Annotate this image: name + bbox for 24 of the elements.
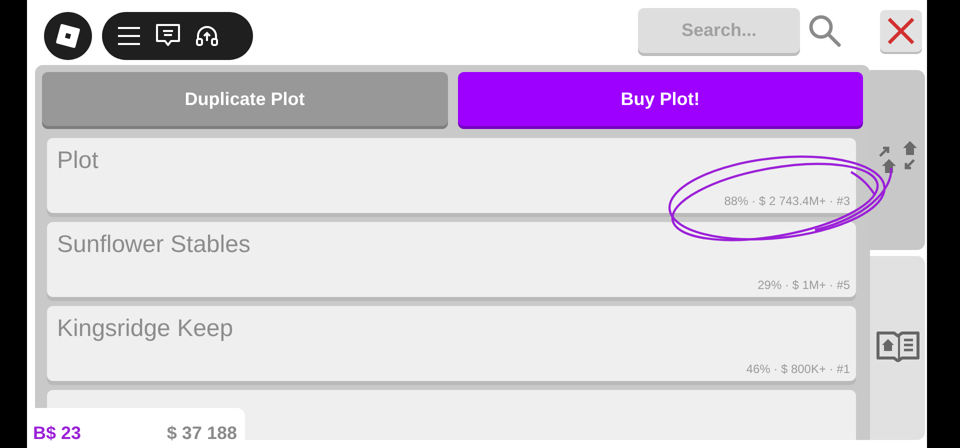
- chat-icon[interactable]: [155, 23, 181, 49]
- plot-stats: 88% · $ 2 743.4M+ · #3: [724, 194, 850, 208]
- book-house-icon: [876, 330, 920, 362]
- plot-stats: 46% · $ 800K+ · #1: [746, 362, 850, 376]
- close-button[interactable]: [880, 10, 922, 52]
- search-icon[interactable]: [808, 14, 842, 48]
- robux-balance: B$ 23: [33, 423, 82, 444]
- cash-balance: $ 37 188: [166, 423, 237, 444]
- buy-button[interactable]: Buy Plot!: [458, 72, 863, 126]
- duplicate-button[interactable]: Duplicate Plot: [42, 72, 448, 126]
- close-icon: [887, 17, 915, 45]
- plot-name: Sunflower Stables: [57, 231, 250, 259]
- plot-name: Plot: [57, 147, 98, 175]
- headset-icon[interactable]: [195, 24, 219, 48]
- plot-card[interactable]: Sunflower Stables 29% · $ 1M+ · #5: [47, 222, 856, 297]
- search-field[interactable]: Search...: [638, 8, 800, 53]
- plot-name: Kingsridge Keep: [57, 315, 234, 343]
- plot-card[interactable]: Kingsridge Keep 46% · $ 800K+ · #1: [47, 306, 856, 381]
- menu-icon[interactable]: [117, 26, 141, 46]
- side-tab[interactable]: [870, 256, 925, 440]
- plot-stats: 29% · $ 1M+ · #5: [758, 278, 850, 292]
- side-tab[interactable]: [870, 70, 925, 250]
- app-logo-icon[interactable]: [44, 12, 92, 60]
- plot-card[interactable]: Plot 88% · $ 2 743.4M+ · #3: [47, 138, 856, 213]
